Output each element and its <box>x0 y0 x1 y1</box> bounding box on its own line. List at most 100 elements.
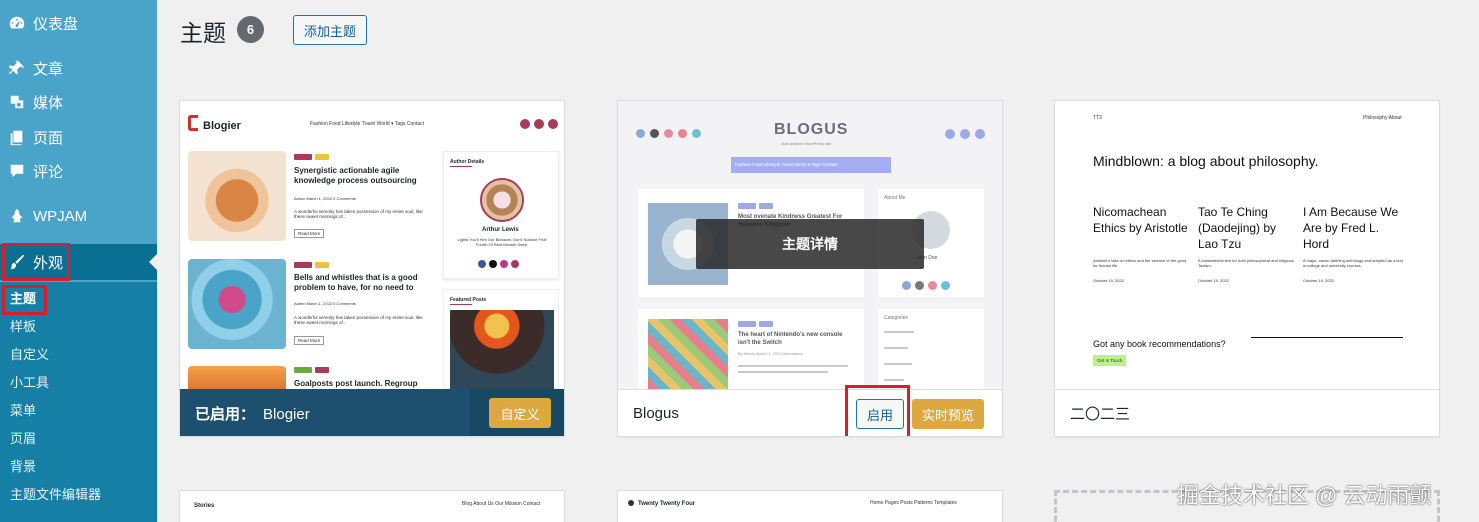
text-line <box>884 379 904 381</box>
tag <box>738 203 756 209</box>
submenu-background[interactable]: 背景 <box>10 457 36 477</box>
preview-navbar: Fashion Food Lifestyle Travel World ▾ Ta… <box>731 157 891 173</box>
theme-card-blogier[interactable]: Blogier Fashion Food Lifestyle Travel Wo… <box>179 100 565 437</box>
user-icon <box>534 119 544 129</box>
youtube-icon <box>678 129 687 138</box>
wpjam-icon <box>7 206 27 226</box>
menu-media[interactable]: 媒体 <box>0 87 157 117</box>
media-icon <box>7 92 27 112</box>
post-date: October 19, 2022 <box>1198 278 1229 283</box>
tag-food <box>315 262 329 268</box>
preview-site-title: TT3 <box>1093 115 1102 121</box>
post-excerpt: Aristotle's take on ethics and the scien… <box>1093 258 1187 268</box>
tag-food <box>315 154 329 160</box>
explosion-image <box>188 366 286 389</box>
post-excerpt: A wonderful serenity has taken possessio… <box>294 209 423 219</box>
text-line <box>884 363 912 365</box>
theme-count-badge: 6 <box>237 16 264 43</box>
preview-site-title: Stories <box>194 503 215 509</box>
author-widget: Author Details Arthur Lewis Lights You'l… <box>443 151 559 279</box>
x-icon <box>489 260 497 268</box>
preview-headline: Mindblown: a blog about philosophy. <box>1093 153 1319 169</box>
camera-image <box>188 151 286 241</box>
abstract-image <box>648 319 728 389</box>
submenu-widgets[interactable]: 小工具 <box>10 373 49 393</box>
tag-fashion <box>294 262 312 268</box>
theme-details-overlay[interactable]: 主题详情 <box>696 219 924 269</box>
preview-tagline: Just another WordPress site <box>781 141 832 146</box>
text-line <box>738 365 848 367</box>
watermark: 掘金技术社区 @ 云动雨颤 <box>1177 483 1432 508</box>
categories-widget: Categories <box>878 309 984 389</box>
page-title: 主题 <box>180 20 226 46</box>
post-title: Tao Te Ching (Daodejing) by Lao Tzu <box>1198 205 1277 251</box>
preview-cta: Got any book recommendations? <box>1093 339 1226 349</box>
menu-label: 文章 <box>33 60 64 78</box>
highlight-box <box>2 285 47 315</box>
preview-cta-button: Get In Touch <box>1093 355 1127 366</box>
post-excerpt: A major, canon-defining anthology and ad… <box>1303 258 1403 268</box>
tag <box>759 203 773 209</box>
featured-widget: Featured Posts <box>443 289 559 389</box>
theme-screenshot[interactable]: Blogier Fashion Food Lifestyle Travel Wo… <box>180 101 564 389</box>
theme-footer: 已启用： Blogier 自定义 <box>180 389 564 436</box>
author-bio: Lights You'll Him Our Blossom, Don't Sub… <box>457 237 547 247</box>
facebook-icon <box>902 281 911 290</box>
post-title: Nicomachean Ethics by Aristotle <box>1093 205 1188 235</box>
theme-card-twentytwentyfour[interactable]: Twenty Twenty Four Home Pages Posts Patt… <box>617 490 1003 522</box>
x-icon <box>650 129 659 138</box>
theme-card-blogus[interactable]: BLOGUS Just another WordPress site Fashi… <box>617 100 1003 437</box>
heading-underline <box>450 166 472 167</box>
theme-name: 二〇二三 <box>1070 406 1131 423</box>
theme-name-row: 已启用： Blogier <box>180 403 310 424</box>
post-excerpt: A wonderful serenity has taken possessio… <box>294 315 423 325</box>
menu-wpjam[interactable]: WPJAM <box>0 201 157 231</box>
instagram-icon <box>928 281 937 290</box>
menu-posts[interactable]: 文章 <box>0 53 157 83</box>
admin-sidebar: 仪表盘 文章 媒体 页面 评论 WPJAM 外观 主题 样板 自定义 小工具 菜… <box>0 0 157 522</box>
preview-nav: Philosophy About <box>1363 115 1402 121</box>
comment-icon <box>7 161 27 181</box>
post-title: Synergistic actionable agile knowledge p… <box>294 166 417 185</box>
heading-underline <box>450 304 472 305</box>
theme-screenshot[interactable]: BLOGUS Just another WordPress site Fashi… <box>618 101 1002 389</box>
youtube-icon <box>511 260 519 268</box>
menu-label: 页面 <box>33 129 64 147</box>
telegram-icon <box>941 281 950 290</box>
submenu-patterns[interactable]: 样板 <box>10 317 36 337</box>
site-logo-icon <box>628 500 634 506</box>
post-title: The heart of Nintendo's new console isn'… <box>738 332 843 346</box>
submenu-menus[interactable]: 菜单 <box>10 401 36 421</box>
pin-icon <box>7 58 27 78</box>
text-line <box>884 347 908 349</box>
submenu-customize[interactable]: 自定义 <box>10 345 49 365</box>
instagram-icon <box>500 260 508 268</box>
customize-button[interactable]: 自定义 <box>489 398 551 428</box>
menu-comments[interactable]: 评论 <box>0 156 157 186</box>
tag-lifestyle <box>294 367 312 373</box>
theme-screenshot[interactable]: TT3 Philosophy About Mindblown: a blog a… <box>1055 101 1439 389</box>
theme-card-stories[interactable]: Stories Blog About Us Our Mission Contac… <box>179 490 565 522</box>
menu-label: 仪表盘 <box>33 15 79 33</box>
menu-label: 媒体 <box>33 94 64 112</box>
active-label: 已启用： <box>195 405 256 423</box>
tag <box>759 321 773 327</box>
page-icon <box>7 127 27 147</box>
menu-dashboard[interactable]: 仪表盘 <box>0 8 157 38</box>
theme-card-twentytwentythree[interactable]: TT3 Philosophy About Mindblown: a blog a… <box>1054 100 1440 437</box>
post-meta: By Admin March 1, 2022 Adventures <box>738 351 803 356</box>
widget-heading: About Me <box>884 195 906 201</box>
preview-logo: Blogier <box>203 120 241 132</box>
preview-nav: Fashion Food Lifestyle Travel World ▾ Ta… <box>735 162 838 167</box>
submenu-theme-editor[interactable]: 主题文件编辑器 <box>10 485 101 505</box>
live-preview-button[interactable]: 实时预览 <box>912 399 984 429</box>
cart-icon <box>548 119 558 129</box>
menu-pages[interactable]: 页面 <box>0 122 157 152</box>
post-card: The heart of Nintendo's new console isn'… <box>638 309 864 389</box>
add-theme-button[interactable]: 添加主题 <box>293 15 367 45</box>
instagram-icon <box>664 129 673 138</box>
telegram-icon <box>692 129 701 138</box>
submenu-header[interactable]: 页眉 <box>10 429 36 449</box>
post-date: October 19, 2022 <box>1093 278 1124 283</box>
menu-label: WPJAM <box>33 207 88 225</box>
